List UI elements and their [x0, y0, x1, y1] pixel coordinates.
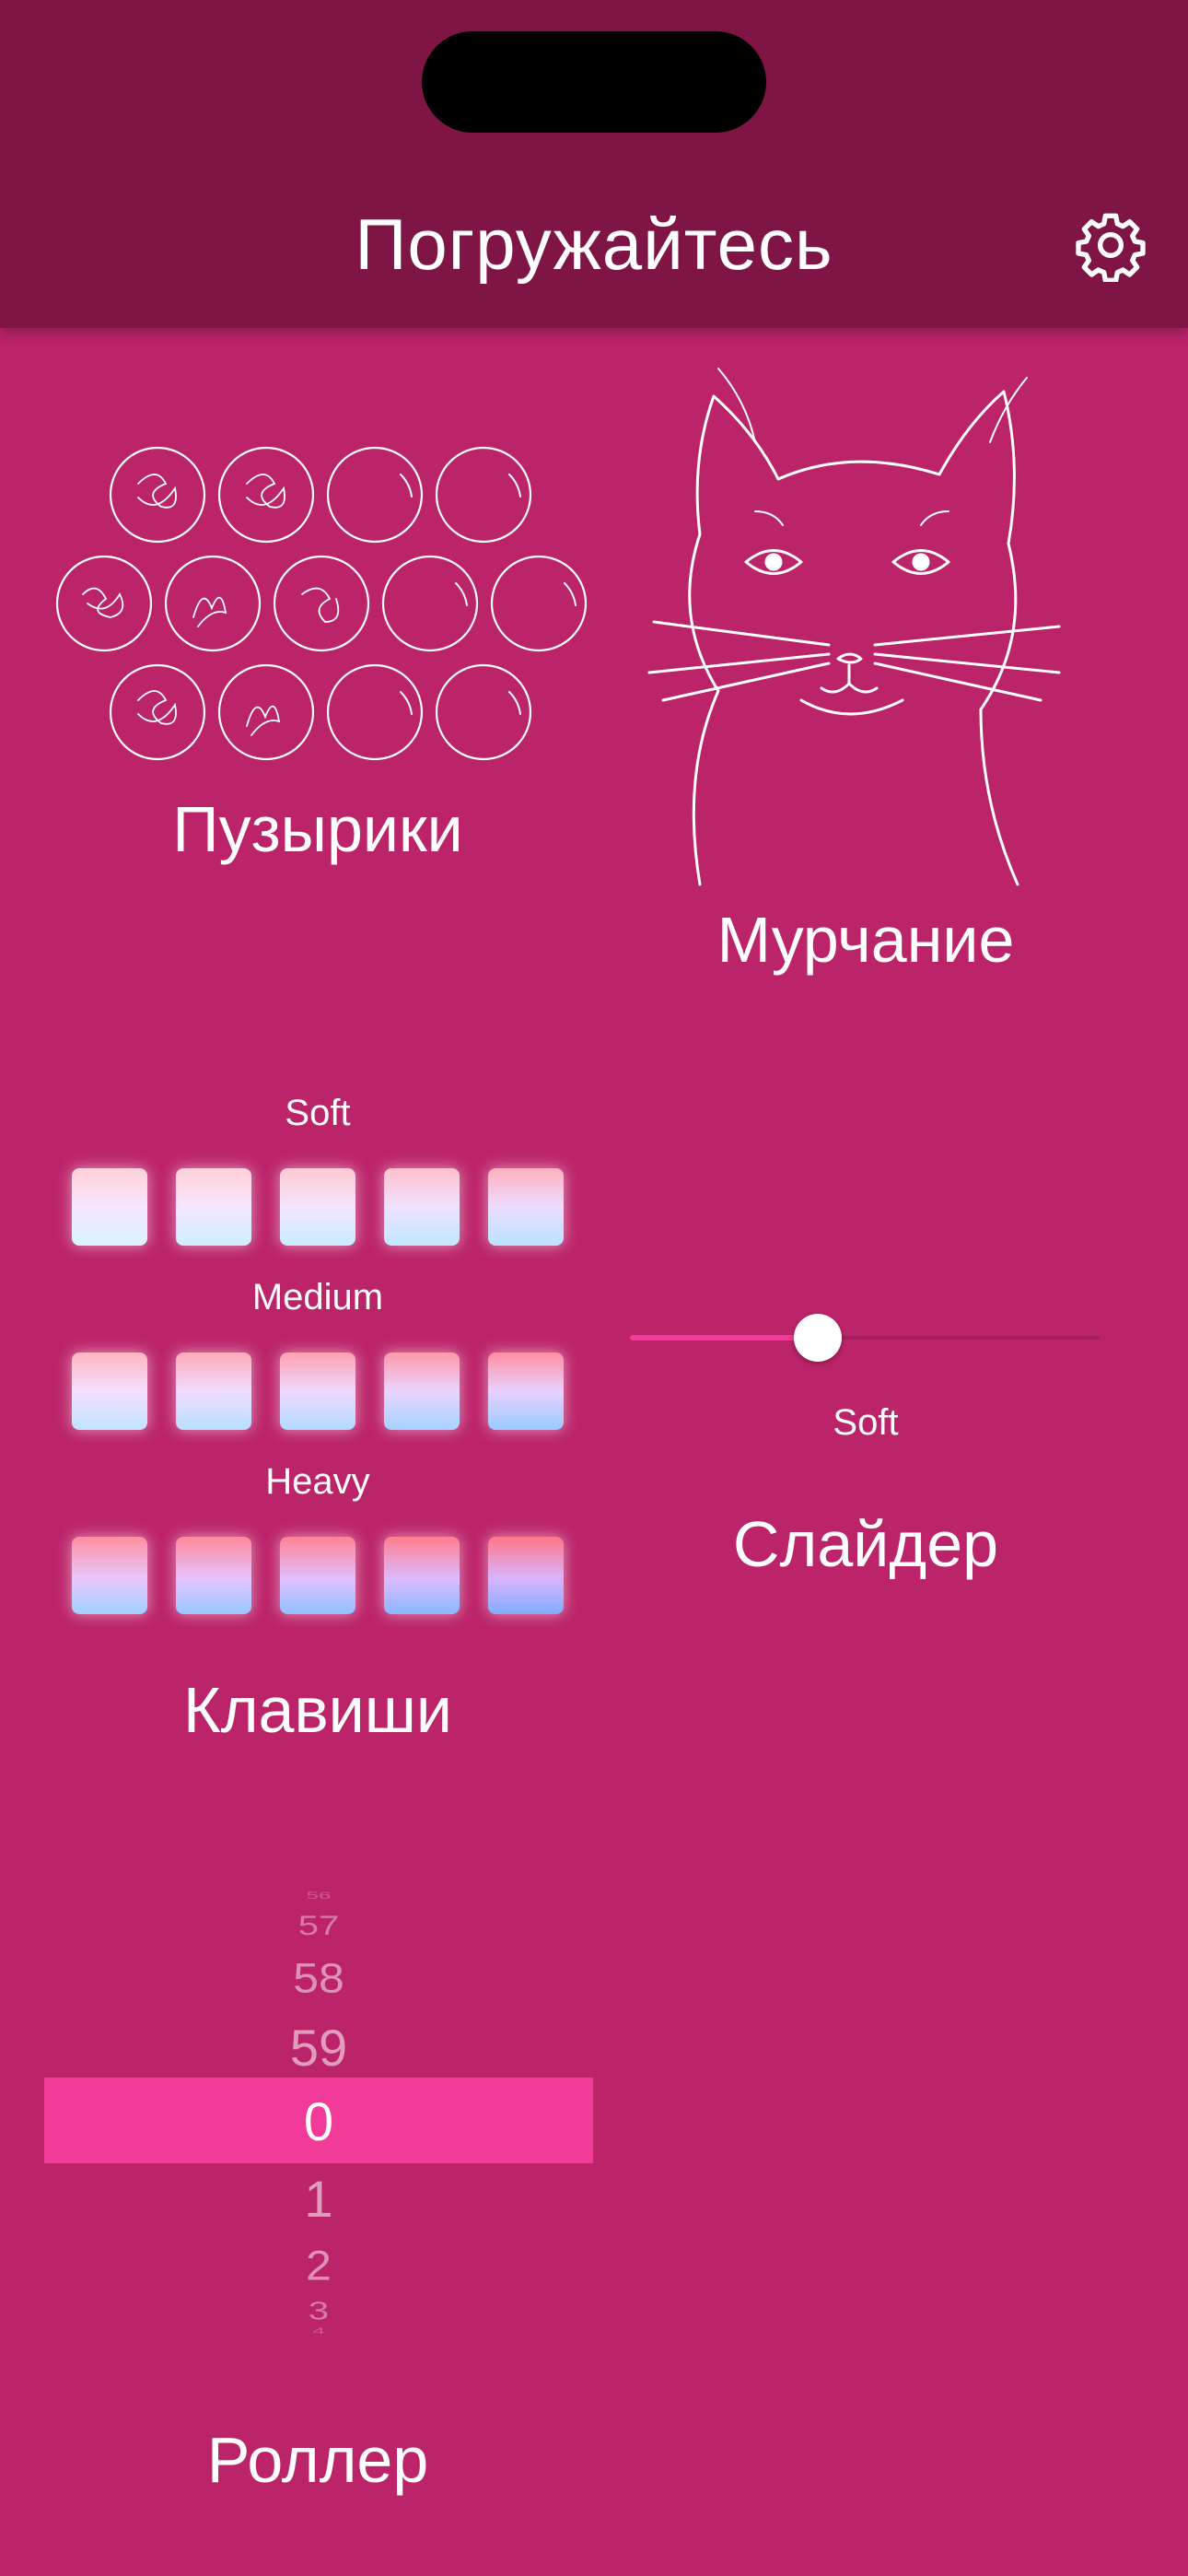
- roller-value: 2: [306, 2242, 332, 2289]
- slider[interactable]: [630, 1290, 1100, 1391]
- bubbles-label: Пузырики: [172, 793, 463, 865]
- roller-label: Роллер: [206, 2424, 429, 2496]
- slider-thumb[interactable]: [794, 1314, 842, 1362]
- slider-fill: [630, 1335, 818, 1341]
- slider-label: Слайдер: [732, 1508, 999, 1580]
- page-title: Погружайтесь: [355, 204, 833, 285]
- key[interactable]: [72, 1537, 147, 1614]
- key[interactable]: [384, 1352, 460, 1430]
- cat-icon: [647, 368, 1061, 886]
- keys-row-soft: [64, 1168, 580, 1257]
- key[interactable]: [488, 1537, 564, 1614]
- keys-label: Клавиши: [182, 1674, 453, 1746]
- roller-value: 58: [293, 1954, 344, 2002]
- keys-row-heavy: [64, 1537, 580, 1625]
- header-bar: Погружайтесь: [0, 0, 1188, 328]
- slider-value-label: Soft: [833, 1402, 899, 1443]
- keys-row-soft-label: Soft: [285, 1093, 351, 1133]
- keys-row-medium-label: Medium: [251, 1277, 384, 1317]
- key[interactable]: [176, 1537, 251, 1614]
- keys-row-medium: [64, 1352, 580, 1441]
- roller-value: 3: [308, 2296, 330, 2325]
- roller-value: 57: [297, 1910, 340, 1941]
- key[interactable]: [384, 1537, 460, 1614]
- key[interactable]: [280, 1352, 355, 1430]
- key[interactable]: [176, 1168, 251, 1246]
- gear-icon[interactable]: [1074, 208, 1147, 282]
- bubbles-icon: [55, 446, 588, 761]
- roller-value: 59: [289, 2019, 348, 2077]
- key[interactable]: [280, 1168, 355, 1246]
- roller-selected-value: 0: [303, 2092, 334, 2152]
- purring-label: Мурчание: [716, 904, 1015, 976]
- roller-value: 56: [306, 1890, 332, 1902]
- dynamic-island: [422, 31, 766, 133]
- key[interactable]: [280, 1537, 355, 1614]
- key[interactable]: [72, 1352, 147, 1430]
- key[interactable]: [488, 1168, 564, 1246]
- key[interactable]: [176, 1352, 251, 1430]
- keys-row-heavy-label: Heavy: [265, 1461, 370, 1502]
- roller-value: 1: [304, 2170, 333, 2228]
- roller-picker[interactable]: 56 57 58 59 0 1 2 3 4: [44, 1870, 593, 2359]
- key[interactable]: [488, 1352, 564, 1430]
- roller-value: 4: [312, 2325, 325, 2336]
- key[interactable]: [384, 1168, 460, 1246]
- key[interactable]: [72, 1168, 147, 1246]
